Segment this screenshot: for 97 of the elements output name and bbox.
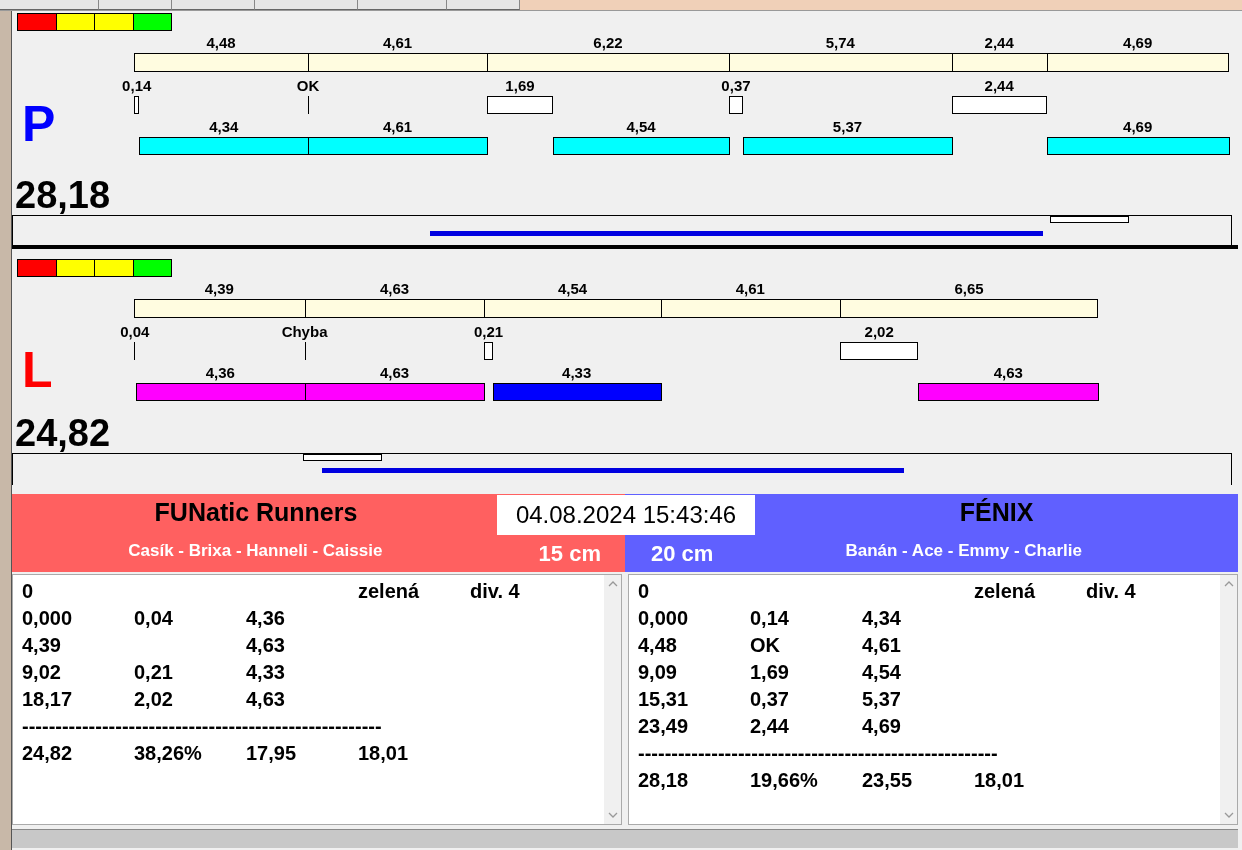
gap-bar <box>134 96 140 114</box>
gap-time: 0,37 <box>721 77 751 94</box>
split-time: 6,22 <box>593 34 623 51</box>
separator-line: ------------------------------------------------------ <box>22 715 382 737</box>
gap-tick <box>304 342 306 360</box>
log-run: 4,36 <box>246 607 286 630</box>
gap-time: 0,14 <box>122 77 152 94</box>
gap-bar <box>487 96 553 114</box>
run-time: 4,36 <box>205 364 235 381</box>
gap-bar <box>728 96 744 114</box>
log-percent: 19,66% <box>750 769 819 792</box>
date-time: 04.08.2024 15:43:46 <box>497 495 755 535</box>
log-time: 9,02 <box>22 661 62 684</box>
log-time: 9,09 <box>638 661 678 684</box>
log-value: 17,95 <box>246 742 298 765</box>
log-time: 18,17 <box>22 688 74 711</box>
team-name: FÉNIX <box>959 497 1034 527</box>
log-color-name: zelená <box>358 580 421 603</box>
log-time: 0,000 <box>22 607 74 630</box>
split-time: 4,61 <box>383 34 413 51</box>
log-total: 28,18 <box>638 769 690 792</box>
log-time: 4,39 <box>22 634 62 657</box>
log-run: 4,54 <box>862 661 902 684</box>
total-time: 24,82 <box>14 413 112 453</box>
run-time: 4,63 <box>379 364 410 381</box>
gap-time: 0,04 <box>120 323 150 340</box>
log-gap: 0,14 <box>750 607 790 630</box>
gap-time: 2,44 <box>984 77 1014 94</box>
log-time: 15,31 <box>638 688 690 711</box>
log-run: 4,34 <box>862 607 902 630</box>
run-time: 4,61 <box>383 118 413 135</box>
scroll-up-icon[interactable] <box>606 579 619 589</box>
jump-height: 20 cm <box>651 541 714 567</box>
gap-tick <box>134 342 135 360</box>
scrollbar[interactable] <box>604 575 621 824</box>
log-run: 4,63 <box>246 688 286 711</box>
run-time: 4,34 <box>209 118 239 135</box>
split-time: 4,54 <box>558 280 588 297</box>
log-run: 4,33 <box>246 661 286 684</box>
split-time: 2,44 <box>984 34 1014 51</box>
split-time: 6,65 <box>954 280 984 297</box>
team-name: FUNatic Runners <box>154 497 358 527</box>
log-gap: 2,02 <box>134 688 174 711</box>
log-value: 23,55 <box>862 769 914 792</box>
lane-letter: L <box>22 345 53 395</box>
log-percent: 38,26% <box>134 742 203 765</box>
log-value: 18,01 <box>358 742 410 765</box>
run-time: 4,33 <box>562 364 592 381</box>
gap-time: 2,02 <box>864 323 894 340</box>
log-run: 5,37 <box>862 688 902 711</box>
separator-line: ------------------------------------------------------ <box>638 742 998 764</box>
jump-height: 15 cm <box>538 541 601 567</box>
gap-time: 0,21 <box>473 323 504 340</box>
color-scale-icon <box>17 259 172 277</box>
log-gap: 0,21 <box>134 661 174 684</box>
log-gap: 0,37 <box>750 688 790 711</box>
team-members: Casík - Brixa - Hanneli - Caissie <box>127 541 384 561</box>
run-time: 4,69 <box>1123 118 1153 135</box>
color-scale-icon <box>17 13 172 31</box>
log-gap: 1,69 <box>750 661 790 684</box>
run-time: 4,54 <box>626 118 656 135</box>
split-time: 4,63 <box>379 280 410 297</box>
total-time: 28,18 <box>14 175 112 215</box>
team-members: Banán - Ace - Emmy - Charlie <box>844 541 1083 561</box>
log-time: 4,48 <box>638 634 678 657</box>
log-gap: 0,04 <box>134 607 174 630</box>
log-time: 0,000 <box>638 607 690 630</box>
log-gap: OK <box>750 634 781 657</box>
gap-time: Chyba <box>281 323 328 340</box>
scrollbar[interactable] <box>1220 575 1237 824</box>
gap-time: OK <box>296 77 320 94</box>
log-division: div. 4 <box>470 580 521 603</box>
log-code: 0 <box>638 580 651 603</box>
log-gap: 2,44 <box>750 715 790 738</box>
gap-time: 1,69 <box>505 77 535 94</box>
log-run: 4,61 <box>862 634 902 657</box>
log-value: 18,01 <box>974 769 1026 792</box>
log-color-name: zelená <box>974 580 1037 603</box>
gap-bar <box>484 342 493 360</box>
run-time: 4,63 <box>993 364 1023 381</box>
split-time: 4,48 <box>206 34 236 51</box>
scroll-down-icon[interactable] <box>1222 810 1235 820</box>
gap-tick <box>308 96 310 114</box>
split-time: 5,74 <box>825 34 855 51</box>
split-time: 4,39 <box>204 280 234 297</box>
log-run: 4,69 <box>862 715 902 738</box>
lane-letter: P <box>22 99 56 149</box>
log-run: 4,63 <box>246 634 286 657</box>
split-time: 4,69 <box>1123 34 1153 51</box>
log-code: 0 <box>22 580 35 603</box>
split-time: 4,61 <box>735 280 765 297</box>
log-division: div. 4 <box>1086 580 1137 603</box>
scroll-down-icon[interactable] <box>606 810 619 820</box>
log-time: 23,49 <box>638 715 690 738</box>
log-total: 24,82 <box>22 742 74 765</box>
scroll-up-icon[interactable] <box>1222 579 1235 589</box>
run-time: 5,37 <box>832 118 863 135</box>
